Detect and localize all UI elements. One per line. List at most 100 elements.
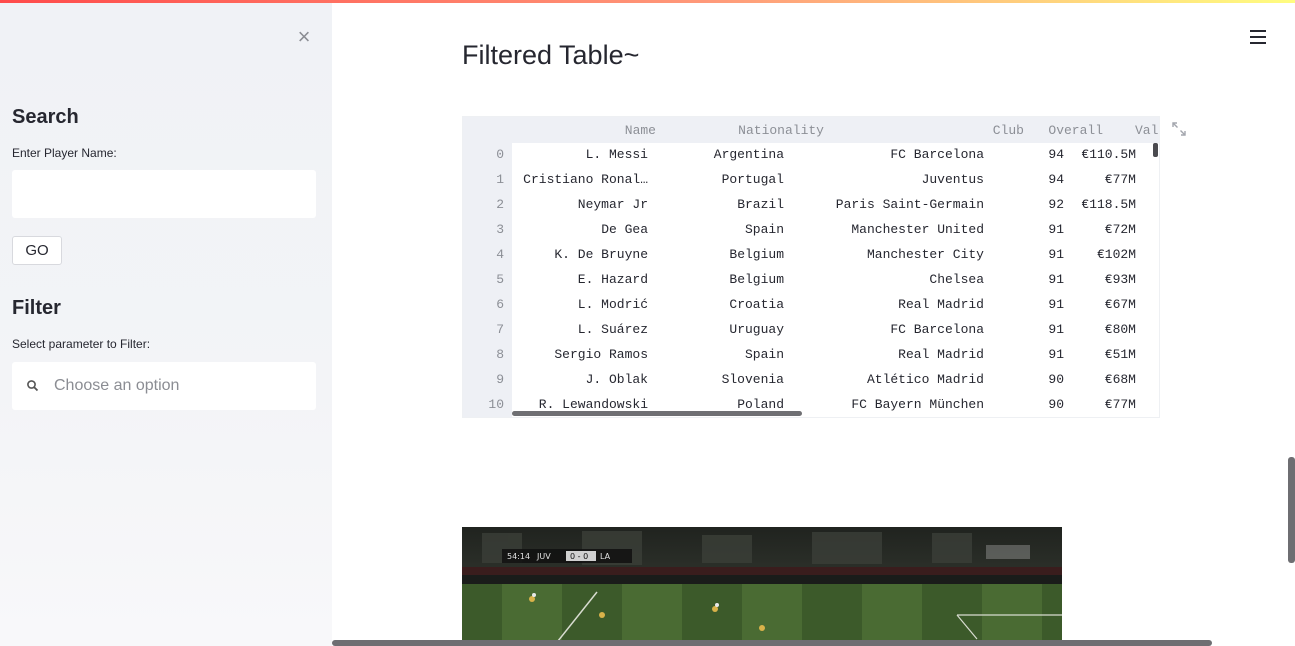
cell-overall: 91 — [1048, 322, 1064, 337]
table-vertical-scrollbar[interactable] — [1153, 143, 1158, 157]
column-header-club[interactable]: Club — [993, 123, 1024, 138]
filter-select[interactable]: Choose an option — [12, 362, 316, 410]
cell-overall: 91 — [1048, 222, 1064, 237]
cell-nationality: Poland — [737, 397, 784, 412]
cell-overall: 92 — [1048, 197, 1064, 212]
cell-overall: 90 — [1048, 372, 1064, 387]
table-row[interactable]: 2 Neymar Jr Brazil Paris Saint-Germain 92 €11… — [463, 197, 1159, 222]
cell-name: L. Suárez — [577, 322, 648, 337]
cell-value: €72M — [1104, 222, 1136, 237]
cell-overall: 94 — [1048, 147, 1064, 162]
row-index: 6 — [496, 297, 504, 312]
table-row[interactable]: 5 E. Hazard Belgium Chelsea 91 €93M — [463, 272, 1159, 297]
filter-placeholder: Choose an option — [54, 377, 180, 394]
cell-club: Manchester United — [851, 222, 984, 237]
hamburger-icon[interactable] — [1250, 30, 1268, 44]
cell-name: R. Lewandowski — [538, 397, 648, 412]
cell-name: Cristiano Ronal… — [523, 172, 648, 187]
cell-club: Juventus — [921, 172, 984, 187]
row-index: 4 — [496, 247, 504, 262]
cell-nationality: Spain — [744, 347, 784, 362]
cell-club: Real Madrid — [898, 297, 984, 312]
cell-club: Real Madrid — [898, 347, 984, 362]
cell-name: J. Oblak — [585, 372, 648, 387]
table-row[interactable]: 1 Cristiano Ronal… Portugal Juventus 94 €77M — [463, 172, 1159, 197]
cell-value: €110.5M — [1081, 147, 1136, 162]
cell-nationality: Belgium — [729, 247, 784, 262]
cell-nationality: Uruguay — [729, 322, 784, 337]
table-row[interactable]: 7 L. Suárez Uruguay FC Barcelona 91 €80M — [463, 322, 1159, 347]
row-index: 1 — [496, 172, 504, 187]
table-row[interactable]: 9 J. Oblak Slovenia Atlético Madrid 90 €68M — [463, 372, 1159, 397]
cell-value: €102M — [1096, 247, 1136, 262]
cell-overall: 91 — [1048, 272, 1064, 287]
cell-value: €51M — [1104, 347, 1136, 362]
cell-nationality: Belgium — [729, 272, 784, 287]
cell-nationality: Slovenia — [721, 372, 784, 387]
table-row[interactable]: 6 L. Modrić Croatia Real Madrid 91 €67M — [463, 297, 1159, 322]
cell-overall: 91 — [1048, 297, 1064, 312]
broadcast-logo — [986, 545, 1030, 559]
scoreboard-home: JUV — [536, 552, 551, 561]
row-index: 0 — [496, 147, 504, 162]
search-icon — [27, 380, 39, 392]
cell-name: L. Modrić — [577, 297, 648, 312]
cell-club: Chelsea — [929, 272, 984, 287]
column-header-nationality[interactable]: Nationality — [738, 123, 824, 138]
search-heading: Search — [12, 106, 79, 128]
cell-name: K. De Bruyne — [554, 247, 648, 262]
scoreboard-score: 0 - 0 — [570, 552, 588, 561]
table-horizontal-scrollbar[interactable] — [512, 411, 802, 416]
cell-name: Neymar Jr — [577, 197, 648, 212]
cell-nationality: Croatia — [729, 297, 784, 312]
cell-value: €67M — [1104, 297, 1136, 312]
page-horizontal-scrollbar[interactable] — [332, 640, 1212, 646]
row-index: 5 — [496, 272, 504, 287]
cell-nationality: Brazil — [737, 197, 784, 212]
table-header: Name Nationality Club Overall Val — [463, 117, 1159, 143]
cell-club: FC Barcelona — [890, 147, 984, 162]
gameplay-image: 54:14 JUV 0 - 0 LA — [462, 527, 1062, 646]
close-icon[interactable]: × — [294, 26, 314, 48]
column-header-name[interactable]: Name — [625, 123, 656, 138]
cell-club: FC Bayern München — [851, 397, 984, 412]
filter-label: Select parameter to Filter: — [12, 337, 151, 351]
row-index: 9 — [496, 372, 504, 387]
table-row[interactable]: 3 De Gea Spain Manchester United 91 €72M — [463, 222, 1159, 247]
page-title: Filtered Table~ — [462, 40, 640, 70]
cell-club: Manchester City — [866, 247, 984, 262]
column-header-value[interactable]: Val — [1135, 123, 1158, 138]
player-name-label: Enter Player Name: — [12, 146, 117, 160]
sidebar: × Search Enter Player Name: GO Filter Se… — [0, 3, 332, 646]
filter-heading: Filter — [12, 297, 61, 319]
cell-name: Sergio Ramos — [554, 347, 648, 362]
cell-club: FC Barcelona — [890, 322, 984, 337]
column-header-overall[interactable]: Overall — [1048, 123, 1103, 138]
table-row[interactable]: 0 L. Messi Argentina FC Barcelona 94 €110.5M — [463, 147, 1159, 172]
gameplay-scene: 54:14 JUV 0 - 0 LA — [462, 527, 1062, 646]
cell-club: Atlético Madrid — [866, 372, 984, 387]
cell-name: E. Hazard — [577, 272, 648, 287]
page-vertical-scrollbar[interactable] — [1288, 457, 1295, 563]
cell-nationality: Argentina — [713, 147, 784, 162]
cell-value: €77M — [1104, 172, 1136, 187]
scoreboard-away: LA — [600, 552, 611, 561]
expand-icon[interactable] — [1171, 121, 1187, 137]
row-index: 10 — [488, 397, 504, 412]
cell-name: L. Messi — [585, 147, 648, 162]
cell-name: De Gea — [601, 222, 648, 237]
player-name-input[interactable] — [12, 170, 316, 218]
row-index: 3 — [496, 222, 504, 237]
cell-value: €68M — [1104, 372, 1136, 387]
cell-overall: 94 — [1048, 172, 1064, 187]
table-row[interactable]: 8 Sergio Ramos Spain Real Madrid 91 €51M — [463, 347, 1159, 372]
row-index: 8 — [496, 347, 504, 362]
cell-nationality: Spain — [744, 222, 784, 237]
cell-value: €80M — [1104, 322, 1136, 337]
scoreboard-time: 54:14 — [507, 552, 530, 561]
go-button[interactable]: GO — [12, 236, 62, 265]
data-table[interactable]: Name Nationality Club Overall Val 0 L. Me… — [462, 116, 1160, 418]
cell-club: Paris Saint-Germain — [835, 197, 984, 212]
cell-overall: 91 — [1048, 247, 1064, 262]
table-row[interactable]: 4 K. De Bruyne Belgium Manchester City 91 €10… — [463, 247, 1159, 272]
